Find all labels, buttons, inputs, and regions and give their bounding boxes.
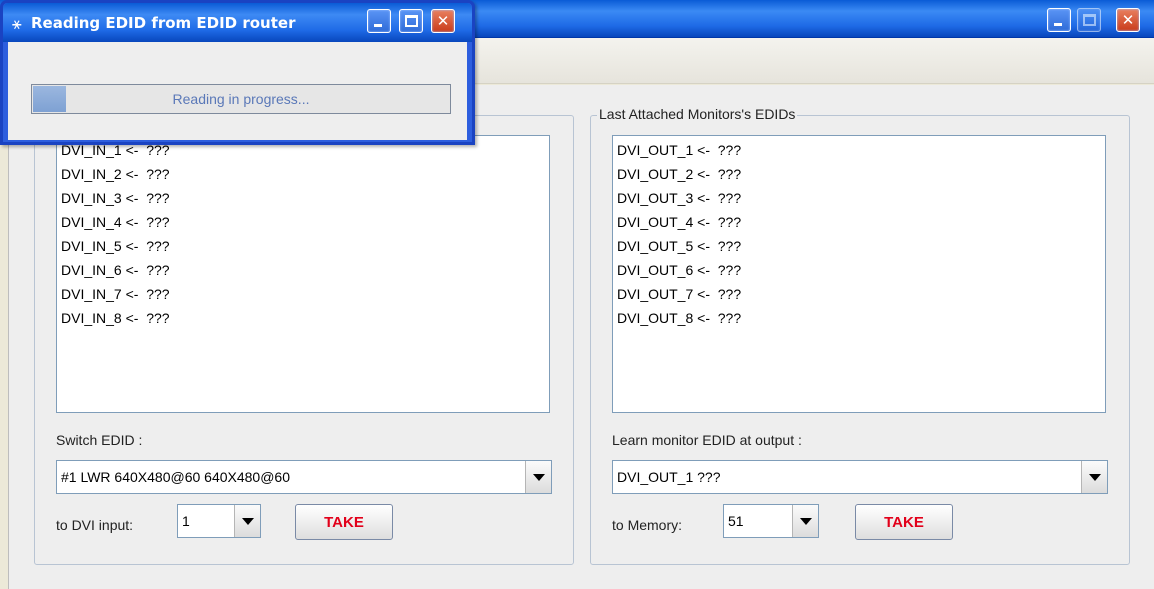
output-edid-group: Last Attached Monitors's EDIDs DVI_OUT_1… [590,106,1130,565]
memory-label: to Memory: [612,517,683,533]
close-icon: ✕ [1121,11,1135,29]
list-item[interactable]: DVI_OUT_6 <- ??? [617,258,1101,282]
learn-output-value: DVI_OUT_1 ??? [617,469,721,485]
chevron-down-icon [532,473,545,481]
list-item[interactable]: DVI_OUT_2 <- ??? [617,162,1101,186]
main-close-button[interactable]: ✕ [1116,8,1140,32]
list-item[interactable]: DVI_IN_2 <- ??? [61,162,545,186]
dialog-close-button[interactable]: ✕ [431,9,455,33]
memory-combo[interactable]: 51 [723,504,819,538]
maximize-icon [1083,14,1096,26]
list-item[interactable]: DVI_IN_7 <- ??? [61,282,545,306]
dvi-input-label: to DVI input: [56,517,134,533]
list-item[interactable]: DVI_OUT_4 <- ??? [617,210,1101,234]
list-item[interactable]: DVI_IN_3 <- ??? [61,186,545,210]
switch-edid-label: Switch EDID : [56,432,143,448]
dialog-title: Reading EDID from EDID router [31,14,296,32]
close-icon: ✕ [436,12,450,30]
dialog-body: Reading in progress... [8,42,467,140]
maximize-icon [405,15,418,27]
progress-text: Reading in progress... [172,91,310,107]
dropdown-button[interactable] [525,461,551,493]
dropdown-button[interactable] [1081,461,1107,493]
list-item[interactable]: DVI_IN_6 <- ??? [61,258,545,282]
minimize-icon [1054,23,1062,26]
dvi-input-value: 1 [182,513,190,529]
dvi-input-combo[interactable]: 1 [177,504,261,538]
chevron-down-icon [1088,473,1101,481]
learn-edid-label: Learn monitor EDID at output : [612,432,802,448]
switch-edid-combo[interactable]: #1 LWR 640X480@60 640X480@60 [56,460,552,494]
list-item[interactable]: DVI_OUT_3 <- ??? [617,186,1101,210]
minimize-icon [374,24,382,27]
list-item[interactable]: DVI_OUT_8 <- ??? [617,306,1101,330]
output-edid-legend: Last Attached Monitors's EDIDs [597,106,798,122]
main-content: DVI_IN_1 <- ??? DVI_IN_2 <- ??? DVI_IN_3… [8,85,1154,589]
input-edid-list[interactable]: DVI_IN_1 <- ??? DVI_IN_2 <- ??? DVI_IN_3… [56,135,550,413]
dropdown-button[interactable] [234,505,260,537]
list-item[interactable]: DVI_IN_8 <- ??? [61,306,545,330]
main-maximize-button[interactable] [1077,8,1101,32]
input-edid-group: DVI_IN_1 <- ??? DVI_IN_2 <- ??? DVI_IN_3… [34,115,574,565]
learn-output-combo[interactable]: DVI_OUT_1 ??? [612,460,1108,494]
memory-value: 51 [728,513,744,529]
dialog-maximize-button[interactable] [399,9,423,33]
switch-edid-value: #1 LWR 640X480@60 640X480@60 [61,469,290,485]
progress-bar: Reading in progress... [31,84,451,114]
list-item[interactable]: DVI_OUT_5 <- ??? [617,234,1101,258]
take-input-button[interactable]: TAKE [295,504,393,540]
list-item[interactable]: DVI_OUT_7 <- ??? [617,282,1101,306]
take-memory-button[interactable]: TAKE [855,504,953,540]
list-item[interactable]: DVI_IN_4 <- ??? [61,210,545,234]
chevron-down-icon [241,517,254,525]
list-item[interactable]: DVI_IN_5 <- ??? [61,234,545,258]
chevron-down-icon [799,517,812,525]
app-icon: ⚹ [12,14,22,33]
list-item[interactable]: DVI_OUT_1 <- ??? [617,138,1101,162]
main-minimize-button[interactable] [1047,8,1071,32]
dropdown-button[interactable] [792,505,818,537]
dialog-title-bar: ⚹ Reading EDID from EDID router ✕ [3,3,472,42]
dialog-minimize-button[interactable] [367,9,391,33]
progress-dialog: ⚹ Reading EDID from EDID router ✕ Readin… [0,0,475,145]
output-edid-list[interactable]: DVI_OUT_1 <- ??? DVI_OUT_2 <- ??? DVI_OU… [612,135,1106,413]
